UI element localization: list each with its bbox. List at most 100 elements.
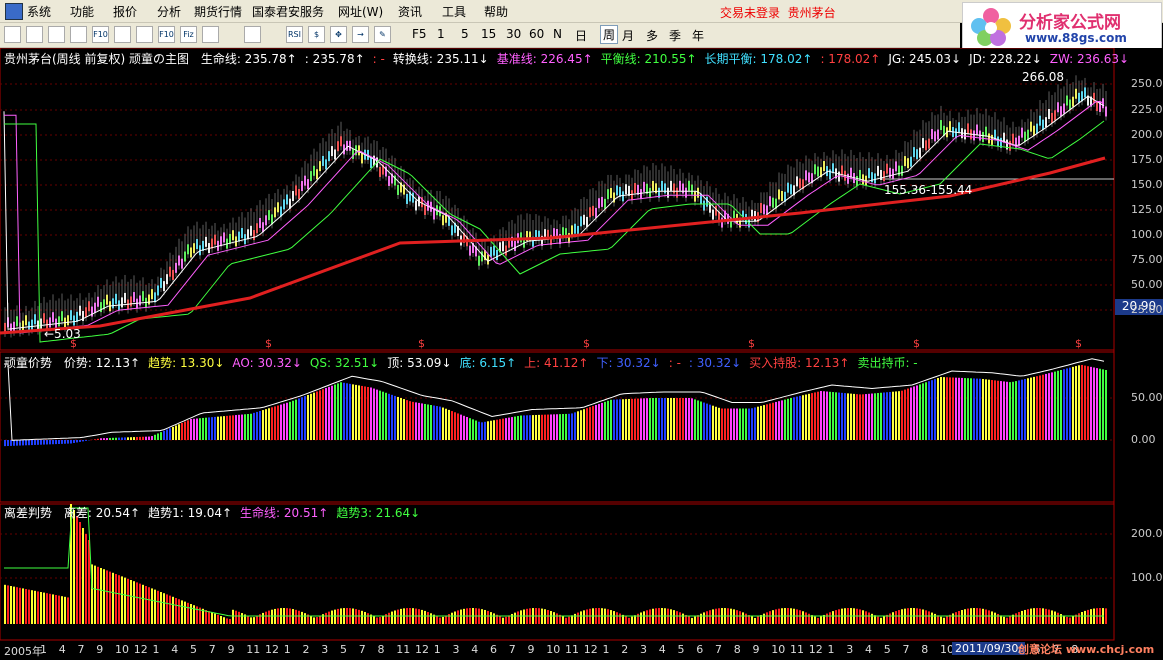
chart-area[interactable]: 贵州茅台(周线 前复权) 顽童の主图 生命线: 235.78↑: 235.78↑… [0,48,1163,660]
x-tick: 7 [902,643,910,656]
dollar-icon[interactable]: $ [308,26,325,43]
bottom-title: 离差判势 [4,506,53,520]
period-9[interactable]: 月 [622,27,634,44]
indicator-7: 下: 30.32↓ [596,356,661,370]
mid-indicator-bar: 顽童价势 价势: 12.13↑ 趋势: 13.30↓ AO: 30.32↓ QS: 3… [4,354,918,371]
grid-icon[interactable] [26,26,43,43]
x-tick: 11 [396,643,411,656]
indicator-11: 卖出持币: - [857,356,918,370]
x-tick: 9 [227,643,235,656]
indicator-1: 趋势: 13.30↓ [148,356,225,370]
indicator-2: : - [372,52,385,66]
menu-item-6[interactable]: 网址(W) [338,3,383,20]
x-tick: 9 [96,643,104,656]
x-tick: 2 [621,643,629,656]
y-tick-bottom: 200.0 [1131,527,1163,540]
period-1[interactable]: 1 [437,27,445,41]
menu-item-8[interactable]: 工具 [442,3,466,20]
search-icon[interactable] [136,26,153,43]
menu-item-3[interactable]: 分析 [157,3,181,20]
line-chart-icon[interactable] [48,26,65,43]
x-tick: 8 [921,643,929,656]
menu-item-1[interactable]: 功能 [70,3,94,20]
period-11[interactable]: 季 [669,27,681,44]
chart-icon[interactable] [244,26,261,43]
range-label: 155.36-155.44 [884,183,973,197]
period-6[interactable]: N [553,27,562,41]
high-price-label: 266.08 [1022,70,1064,84]
move-icon[interactable]: ✥ [330,26,347,43]
indicator-8: : - [668,356,681,370]
dividend-marker: $ [583,337,590,350]
menu-item-4[interactable]: 期货行情 [194,3,242,20]
x-tick: 8 [377,643,385,656]
indicator-0: 离差: 20.54↑ [63,506,141,520]
dividend-marker: $ [913,337,920,350]
x-tick: 11 [246,643,261,656]
x-tick: 12 [265,643,279,656]
y-tick-main: 25.00 [1131,303,1163,316]
x-tick: 10 [771,643,786,656]
period-0[interactable]: F5 [412,27,427,41]
x-tick: 10 [115,643,129,656]
period-5[interactable]: 60 [529,27,544,41]
x-tick: 7 [77,643,85,656]
flower-icon [971,8,1011,46]
period-2[interactable]: 5 [461,27,469,41]
x-tick: 1 [152,643,160,656]
indicator-4: 顶: 53.09↓ [387,356,452,370]
indicator-7: : 178.02↑ [820,52,881,66]
x-tick: 4 [58,643,66,656]
period-10[interactable]: 多 [646,27,658,44]
status-login: 交易未登录 贵州茅台 [720,6,836,20]
candle-icon[interactable] [70,26,87,43]
f10-icon[interactable]: F10 [92,26,109,43]
x-tick: 7 [715,643,722,656]
menu-item-7[interactable]: 资讯 [398,3,422,20]
f10b-icon[interactable]: F10 [158,26,175,43]
period-8[interactable]: 周 [600,25,619,44]
x-tick: 2005年 [4,645,43,658]
x-tick: 5 [340,643,347,656]
pencil-icon[interactable]: ✎ [374,26,391,43]
export-icon[interactable]: → [352,26,369,43]
indicator-3: 趋势3: 21.64↓ [336,506,421,520]
period-4[interactable]: 30 [506,27,521,41]
y-tick-main: 250.00 [1131,77,1163,90]
menu-item-0[interactable]: 系统 [27,3,51,20]
list-icon[interactable] [4,26,21,43]
watermark: 创意论坛 www.chcj.com [1018,643,1155,656]
x-tick: 12 [583,643,598,656]
indicator-9: : 30.32↓ [688,356,742,370]
logo-url: www.88gs.com [1025,31,1127,45]
y-tick-mid: 50.00 [1131,391,1163,404]
y-tick-main: 100.00 [1131,228,1163,241]
x-tick: 11 [565,643,579,656]
x-tick: 7 [358,643,366,656]
x-tick: 6 [696,643,704,656]
period-12[interactable]: 年 [692,27,704,44]
x-tick: 11 [790,643,804,656]
x-tick: 1 [827,643,835,656]
menu-item-9[interactable]: 帮助 [484,3,508,20]
indicator-10: 买入持股: 12.13↑ [749,356,850,370]
y-tick-main: 75.00 [1131,253,1163,266]
mid-title: 顽童价势 [4,356,53,370]
doc-icon[interactable] [114,26,131,43]
toolbar: F10 F10 Fiz RSI $ ✥ → ✎ F5 1 5 15 30 60 N 日周月多季年 [0,23,960,48]
window-icon[interactable] [202,26,219,43]
period-3[interactable]: 15 [481,27,496,41]
fiz-icon[interactable]: Fiz [180,26,197,43]
x-tick: 2 [302,643,310,656]
menu-item-2[interactable]: 报价 [113,3,137,20]
x-tick: 8 [733,643,741,656]
period-7[interactable]: 日 [575,27,587,44]
y-tick-main: 125.00 [1131,203,1163,216]
indicator-2: 生命线: 20.51↑ [240,506,329,520]
x-tick: 3 [846,643,854,656]
x-tick: 7 [208,643,216,656]
menu-item-5[interactable]: 国泰君安服务 [252,3,324,20]
site-logo: 分析家公式网 www.88gs.com [962,2,1162,50]
rsi-icon[interactable]: RSI [286,26,303,43]
indicator-2: AO: 30.32↓ [232,356,302,370]
